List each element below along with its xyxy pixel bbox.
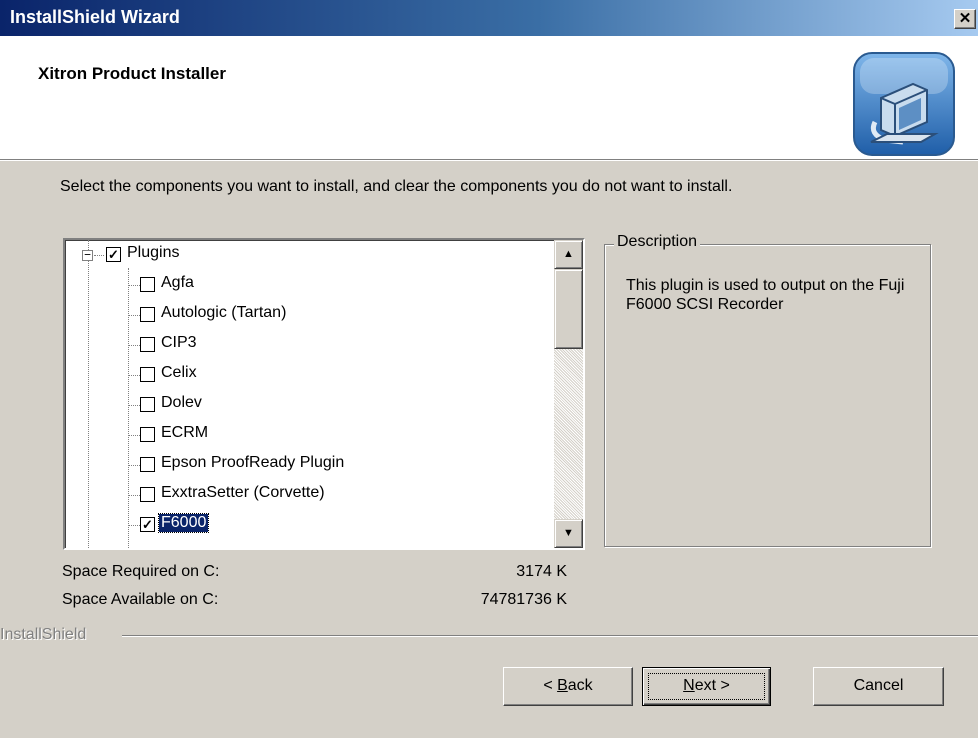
close-icon: ✕ — [958, 10, 972, 27]
tree-scrollbar[interactable]: ▲ ▼ — [554, 240, 583, 548]
collapse-icon[interactable]: − — [82, 249, 93, 261]
scroll-thumb[interactable] — [554, 269, 583, 349]
tree-node-label: Plugins — [127, 244, 180, 261]
tree-node-label: Dolev — [161, 394, 202, 411]
cip3-checkbox[interactable] — [140, 337, 155, 352]
tree-line — [128, 435, 140, 436]
instruction-text: Select the components you want to instal… — [60, 178, 733, 195]
plugins-checkbox[interactable]: ✓ — [106, 247, 121, 262]
tree-line — [128, 268, 129, 548]
space-required-label: Space Required on C: — [62, 563, 220, 580]
cancel-label: Cancel — [853, 677, 904, 694]
agfa-checkbox[interactable] — [140, 277, 155, 292]
back-mnemonic: B — [557, 677, 568, 694]
focus-rect — [648, 673, 765, 700]
back-prefix: < — [543, 677, 558, 694]
space-required-value: 3174 K — [516, 563, 567, 580]
tree-line — [128, 495, 140, 496]
space-available-value: 74781736 K — [480, 591, 567, 608]
installer-computer-icon — [853, 52, 955, 156]
tree-node-label: ExxtraSetter (Corvette) — [161, 484, 325, 501]
tree-line — [128, 285, 140, 286]
exxtrasetter-checkbox[interactable] — [140, 487, 155, 502]
close-button[interactable]: ✕ — [954, 9, 976, 29]
scroll-down-button[interactable]: ▼ — [554, 519, 583, 548]
wizard-header — [0, 36, 978, 159]
tree-node-label: CIP3 — [161, 334, 197, 351]
back-button[interactable]: < Back — [503, 667, 633, 706]
tree-content: − ✓ Plugins Agfa Autologic (Tartan) CIP3… — [65, 240, 553, 548]
description-text: This plugin is used to output on the Fuj… — [626, 277, 905, 313]
window-title: InstallShield Wizard — [10, 7, 180, 27]
tree-line — [128, 315, 140, 316]
cancel-button[interactable]: Cancel — [813, 667, 944, 706]
celix-checkbox[interactable] — [140, 367, 155, 382]
description-legend: Description — [614, 233, 701, 251]
tree-node-label: F6000 — [157, 513, 210, 533]
tree-line — [128, 405, 140, 406]
tree-line — [94, 255, 104, 256]
tree-line — [128, 525, 140, 526]
tree-line — [88, 240, 89, 548]
f6000-checkbox[interactable]: ✓ — [140, 517, 155, 532]
tree-line — [128, 465, 140, 466]
tree-node-label: Autologic (Tartan) — [161, 304, 287, 321]
arrow-up-icon: ▲ — [563, 248, 574, 260]
title-bar: InstallShield Wizard ✕ — [0, 0, 978, 36]
component-tree[interactable]: − ✓ Plugins Agfa Autologic (Tartan) CIP3… — [63, 238, 585, 550]
header-separator — [0, 159, 978, 161]
tree-node-label: Celix — [161, 364, 197, 381]
space-available-label: Space Available on C: — [62, 591, 219, 608]
scroll-up-button[interactable]: ▲ — [554, 240, 583, 269]
tree-line — [128, 375, 140, 376]
tree-node-label: ECRM — [161, 424, 209, 441]
branding-separator — [0, 635, 978, 637]
next-button[interactable]: Next > — [642, 667, 771, 706]
tree-node-label: Agfa — [161, 274, 194, 291]
header-title: Xitron Product Installer — [38, 64, 226, 83]
dolev-checkbox[interactable] — [140, 397, 155, 412]
installshield-brand: InstallShield — [0, 626, 91, 644]
epson-proofready-checkbox[interactable] — [140, 457, 155, 472]
back-label: ack — [567, 677, 593, 694]
tree-line — [128, 345, 140, 346]
arrow-down-icon: ▼ — [563, 527, 574, 539]
autologic-checkbox[interactable] — [140, 307, 155, 322]
tree-node-label: Epson ProofReady Plugin — [161, 454, 345, 471]
ecrm-checkbox[interactable] — [140, 427, 155, 442]
